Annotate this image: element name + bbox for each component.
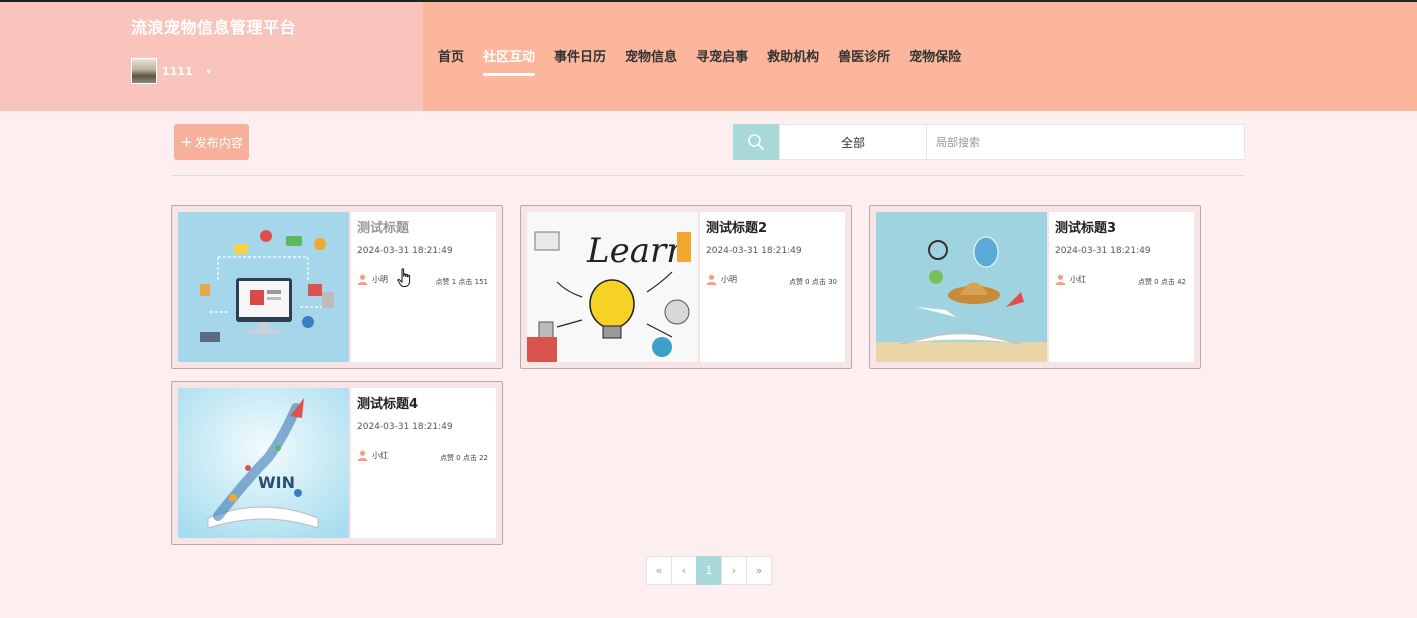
last-page-button[interactable]: » xyxy=(746,556,772,585)
next-page-button[interactable]: › xyxy=(721,556,747,585)
nav-item-pet-info[interactable]: 宠物信息 xyxy=(625,46,677,65)
nav-item-pet-insurance[interactable]: 宠物保险 xyxy=(909,46,961,65)
search-input[interactable] xyxy=(927,124,1245,160)
post-info: 测试标题2 2024-03-31 18:21:49 小明 点赞 0 点击 30 xyxy=(700,212,845,362)
prev-page-button[interactable]: ‹ xyxy=(671,556,697,585)
avatar[interactable] xyxy=(131,58,157,84)
post-date: 2024-03-31 18:21:49 xyxy=(357,422,453,432)
post-info: 测试标题4 2024-03-31 18:21:49 小红 点赞 0 点击 22 xyxy=(351,388,496,538)
post-thumbnail[interactable] xyxy=(178,212,349,362)
post-author: 小红 xyxy=(1055,274,1086,285)
first-page-button[interactable]: « xyxy=(646,556,672,585)
nav-item-event-calendar[interactable]: 事件日历 xyxy=(554,46,606,65)
svg-text:Learn: Learn xyxy=(586,231,688,271)
post-card[interactable]: 测试标题 2024-03-31 18:21:49 小明 点赞 1 点击 151 xyxy=(171,205,503,369)
post-author-name: 小明 xyxy=(721,275,737,284)
post-info: 测试标题 2024-03-31 18:21:49 小明 点赞 1 点击 151 xyxy=(351,212,496,362)
post-card[interactable]: Learn 测试标题2 2024-03-31 18:21:49 小明 点赞 0 … xyxy=(520,205,852,369)
category-select[interactable]: 全部 xyxy=(779,124,927,160)
search-button[interactable] xyxy=(733,124,779,160)
publish-content-label: 发布内容 xyxy=(194,135,243,150)
user-icon xyxy=(357,274,368,285)
main-nav: 首页 社区互动 事件日历 宠物信息 寻宠启事 救助机构 兽医诊所 宠物保险 xyxy=(438,46,980,76)
post-date: 2024-03-31 18:21:49 xyxy=(706,246,802,256)
post-author: 小红 xyxy=(357,450,388,461)
post-stats: 点赞 1 点击 151 xyxy=(435,278,489,286)
chevron-down-icon[interactable]: ▾ xyxy=(207,67,211,76)
post-author-name: 小红 xyxy=(372,451,388,460)
user-menu[interactable]: 1111 ▾ xyxy=(131,58,211,84)
user-icon xyxy=(706,274,717,285)
post-thumbnail[interactable] xyxy=(876,212,1047,362)
post-title[interactable]: 测试标题 xyxy=(357,217,409,236)
post-stats: 点赞 0 点击 42 xyxy=(1137,278,1186,286)
search-icon xyxy=(748,134,764,150)
pagination: « ‹ 1 › » xyxy=(646,556,772,585)
header-brand-area: 流浪宠物信息管理平台 1111 ▾ xyxy=(0,2,423,111)
post-title[interactable]: 测试标题3 xyxy=(1055,217,1116,236)
post-card[interactable]: WIN 测试标题4 2024-03-31 18:21:49 小红 点赞 0 点击… xyxy=(171,381,503,545)
username[interactable]: 1111 xyxy=(162,65,193,78)
post-info: 测试标题3 2024-03-31 18:21:49 小红 点赞 0 点击 42 xyxy=(1049,212,1194,362)
post-stats: 点赞 0 点击 30 xyxy=(788,278,837,286)
post-title[interactable]: 测试标题2 xyxy=(706,217,767,236)
site-title: 流浪宠物信息管理平台 xyxy=(131,18,297,37)
publish-content-button[interactable]: + 发布内容 xyxy=(174,124,249,160)
nav-item-home[interactable]: 首页 xyxy=(438,46,464,65)
post-date: 2024-03-31 18:21:49 xyxy=(1055,246,1151,256)
post-thumbnail[interactable]: Learn xyxy=(527,212,698,362)
post-card[interactable]: 测试标题3 2024-03-31 18:21:49 小红 点赞 0 点击 42 xyxy=(869,205,1201,369)
nav-item-vet-clinic[interactable]: 兽医诊所 xyxy=(838,46,890,65)
nav-item-community[interactable]: 社区互动 xyxy=(483,46,536,76)
post-author: 小明 xyxy=(357,274,388,285)
plus-icon: + xyxy=(180,132,193,151)
user-icon xyxy=(357,450,368,461)
post-author-name: 小明 xyxy=(372,275,388,284)
post-author-name: 小红 xyxy=(1070,275,1086,284)
nav-item-lost-pet-notice[interactable]: 寻宠启事 xyxy=(696,46,748,65)
post-stats: 点赞 0 点击 22 xyxy=(439,454,488,462)
post-date: 2024-03-31 18:21:49 xyxy=(357,246,453,256)
nav-item-rescue-org[interactable]: 救助机构 xyxy=(767,46,819,65)
post-title[interactable]: 测试标题4 xyxy=(357,393,418,412)
divider xyxy=(171,175,1245,176)
user-icon xyxy=(1055,274,1066,285)
top-header: 流浪宠物信息管理平台 1111 ▾ 首页 社区互动 事件日历 宠物信息 寻宠启事… xyxy=(0,0,1417,111)
post-author: 小明 xyxy=(706,274,737,285)
post-thumbnail[interactable]: WIN xyxy=(178,388,349,538)
svg-text:WIN: WIN xyxy=(258,473,295,492)
hand-pointer-cursor-icon xyxy=(397,268,411,287)
page-number-current[interactable]: 1 xyxy=(696,556,722,585)
